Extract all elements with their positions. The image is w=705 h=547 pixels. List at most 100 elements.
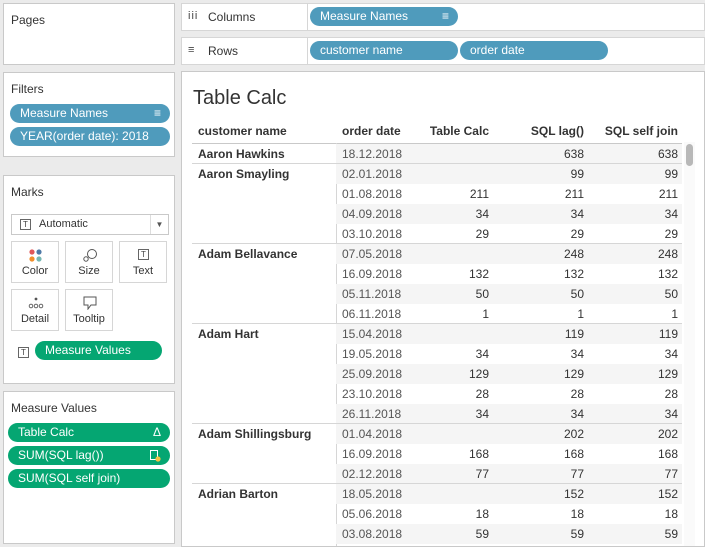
- measure-pill-sql-self-join[interactable]: SUM(SQL self join): [8, 469, 170, 488]
- header-table-calc[interactable]: Table Calc: [430, 119, 489, 143]
- table-row[interactable]: 05.11.2018 50 50 50: [336, 284, 682, 304]
- cell-sql-lag: 99: [570, 167, 584, 181]
- filter-pill-year[interactable]: YEAR(order date): 2018: [10, 127, 170, 146]
- rows-shelf-label: ≡ Rows: [182, 38, 308, 64]
- rows-label: Rows: [208, 44, 239, 58]
- cell-sql-self-join: 132: [657, 267, 678, 281]
- table-row[interactable]: 02.01.2018 99 99: [336, 164, 682, 184]
- cell-sql-self-join: 211: [658, 187, 678, 201]
- header-sql-self-join[interactable]: SQL self join: [605, 119, 678, 143]
- columns-pill-measure-names[interactable]: Measure Names ≡: [310, 7, 458, 26]
- color-icon: [29, 249, 42, 262]
- size-button-label: Size: [78, 265, 100, 277]
- worksheet-view: Table Calc customer name order date Tabl…: [181, 71, 705, 547]
- rows-pill-order-date[interactable]: order date: [460, 41, 608, 60]
- cell-sql-self-join: 34: [664, 407, 678, 421]
- table-row[interactable]: 18.12.2018 638 638: [336, 144, 682, 164]
- measure-values-card: Measure Values Table Calc Δ SUM(SQL lag(…: [3, 391, 175, 544]
- cell-sql-self-join: 248: [657, 247, 678, 261]
- size-button[interactable]: Size: [65, 241, 113, 283]
- cell-sql-lag: 34: [570, 207, 584, 221]
- table-row[interactable]: 26.11.2018 34 34 34: [336, 404, 682, 424]
- cell-sql-lag: 248: [563, 247, 584, 261]
- cell-sql-lag: 152: [563, 487, 584, 501]
- table-row[interactable]: 25.09.2018 129 129 129: [336, 364, 682, 384]
- pages-title: Pages: [11, 13, 46, 27]
- cell-sql-lag: 1: [577, 307, 584, 321]
- cell-order-date: 01.04.2018: [342, 427, 403, 441]
- cell-table-calc: 132: [468, 267, 489, 281]
- row-header-customer[interactable]: Adam Shillingsburg: [198, 427, 311, 441]
- table-row[interactable]: 19.05.2018 34 34 34: [336, 344, 682, 364]
- row-header-customer[interactable]: Aaron Smayling: [198, 167, 289, 181]
- table-row[interactable]: 06.11.2018 1 1 1: [336, 304, 682, 324]
- cell-sql-self-join: 34: [664, 347, 678, 361]
- cell-order-date: 01.08.2018: [342, 187, 403, 201]
- color-button[interactable]: Color: [11, 241, 59, 283]
- table-row[interactable]: 03.08.2018 59 59 59: [336, 524, 682, 544]
- cell-sql-lag: 34: [570, 407, 584, 421]
- cell-order-date: 16.09.2018: [342, 447, 403, 461]
- tooltip-button[interactable]: Tooltip: [65, 289, 113, 331]
- row-header-customer[interactable]: Adrian Barton: [198, 487, 278, 501]
- size-icon: [83, 249, 97, 262]
- chevron-down-icon: ▼: [150, 215, 168, 234]
- detail-icon: [28, 297, 44, 309]
- columns-shelf[interactable]: iii Columns Measure Names ≡: [181, 3, 705, 31]
- mark-type-dropdown[interactable]: T Automatic ▼: [11, 214, 169, 235]
- measure-pill-table-calc[interactable]: Table Calc Δ: [8, 423, 170, 442]
- cell-table-calc: 1: [482, 307, 489, 321]
- scrollbar-track[interactable]: [684, 142, 695, 546]
- header-order-date[interactable]: order date: [342, 119, 401, 143]
- cell-sql-lag: 119: [564, 327, 584, 341]
- detail-button[interactable]: Detail: [11, 289, 59, 331]
- cell-order-date: 02.01.2018: [342, 167, 403, 181]
- cell-sql-self-join: 152: [657, 487, 678, 501]
- table-row[interactable]: 07.05.2018 248 248: [336, 244, 682, 264]
- text-button[interactable]: T Text: [119, 241, 167, 283]
- cell-table-calc: 168: [468, 447, 489, 461]
- cell-sql-lag: 202: [563, 427, 584, 441]
- columns-label: Columns: [208, 10, 256, 24]
- cell-table-calc: 34: [475, 347, 489, 361]
- measure-pill-label: Table Calc: [18, 425, 75, 439]
- header-sql-lag[interactable]: SQL lag(): [531, 119, 584, 143]
- filter-pill-measure-names[interactable]: Measure Names ≡: [10, 104, 170, 123]
- calc-icon: [150, 450, 161, 462]
- table-row[interactable]: 23.10.2018 28 28 28: [336, 384, 682, 404]
- table-row[interactable]: 01.08.2018 211 211 211: [336, 184, 682, 204]
- table-row[interactable]: 18.05.2018 152 152: [336, 484, 682, 504]
- scrollbar-thumb[interactable]: [686, 144, 693, 166]
- marks-pill-measure-values[interactable]: Measure Values: [35, 341, 162, 360]
- header-customer-name[interactable]: customer name: [198, 119, 287, 143]
- cell-table-calc: 59: [475, 527, 489, 541]
- row-header-customer[interactable]: Adam Hart: [198, 327, 259, 341]
- rows-icon: ≡: [188, 44, 196, 56]
- rows-pill-label: customer name: [320, 43, 403, 57]
- cell-sql-lag: 59: [570, 527, 584, 541]
- detail-button-label: Detail: [20, 313, 50, 325]
- table-row[interactable]: 01.04.2018 202 202: [336, 424, 682, 444]
- measure-pill-sql-lag[interactable]: SUM(SQL lag()): [8, 446, 170, 465]
- cell-table-calc: 211: [469, 187, 489, 201]
- rows-pill-customer-name[interactable]: customer name: [310, 41, 458, 60]
- table-row[interactable]: 16.09.2018 132 132 132: [336, 264, 682, 284]
- cell-sql-lag: 638: [563, 147, 584, 161]
- cell-sql-self-join: 59: [664, 527, 678, 541]
- cell-sql-lag: 168: [563, 447, 584, 461]
- table-row[interactable]: 02.12.2018 77 77 77: [336, 464, 682, 484]
- table-row[interactable]: 15.04.2018 119 119: [336, 324, 682, 344]
- rows-shelf[interactable]: ≡ Rows customer name order date: [181, 37, 705, 65]
- table-row[interactable]: 05.06.2018 18 18 18: [336, 504, 682, 524]
- cell-sql-self-join: 168: [657, 447, 678, 461]
- table-row[interactable]: 16.09.2018 168 168 168: [336, 444, 682, 464]
- table-row[interactable]: 04.09.2018 34 34 34: [336, 204, 682, 224]
- row-header-customer[interactable]: Adam Bellavance: [198, 247, 297, 261]
- tooltip-icon: [83, 296, 97, 310]
- columns-icon: iii: [188, 10, 199, 22]
- cell-table-calc: 34: [475, 407, 489, 421]
- cell-sql-lag: 34: [570, 347, 584, 361]
- cell-sql-lag: 28: [570, 387, 584, 401]
- table-row[interactable]: 03.10.2018 29 29 29: [336, 224, 682, 244]
- row-header-customer[interactable]: Aaron Hawkins: [198, 147, 285, 161]
